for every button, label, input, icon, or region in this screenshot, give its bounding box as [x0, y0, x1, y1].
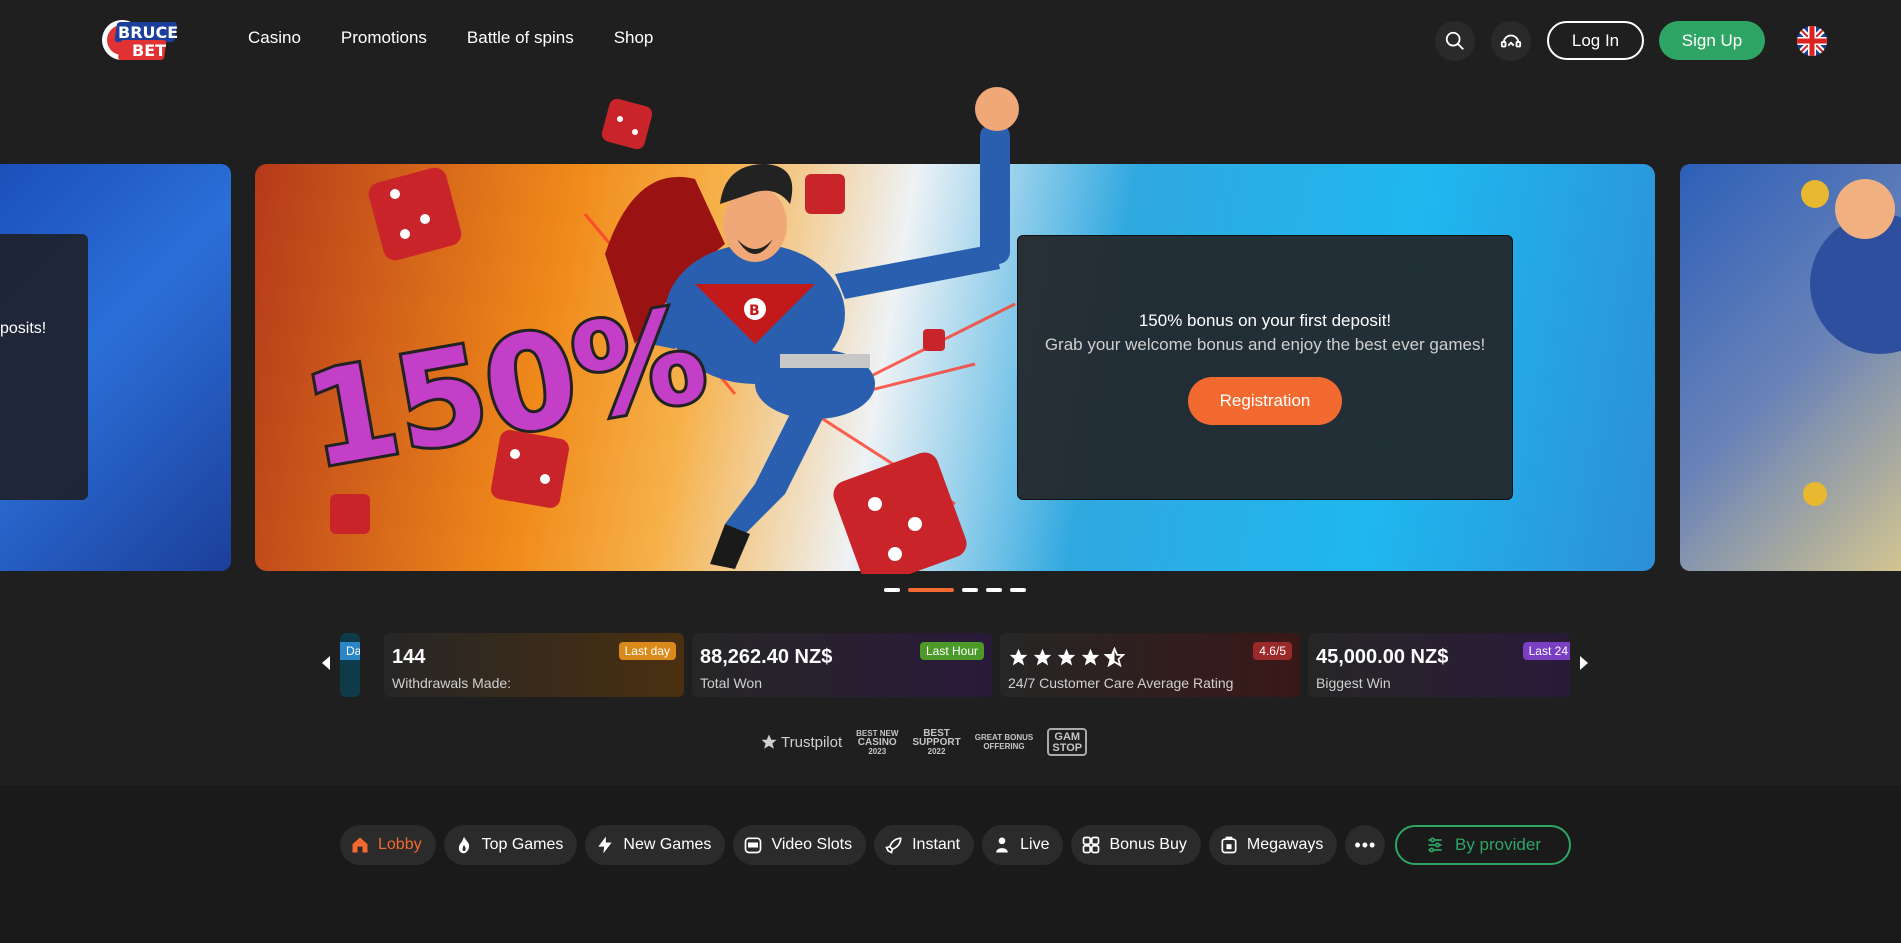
category-live[interactable]: Live	[982, 825, 1064, 865]
stat-value: 144	[392, 646, 426, 668]
home-icon	[352, 837, 368, 853]
category-instant[interactable]: Instant	[874, 825, 975, 865]
stat-label: Total Won	[700, 675, 762, 691]
star-icon	[1081, 648, 1100, 666]
stat-value: 45,000.00 NZ$	[1316, 646, 1449, 668]
rating-stars	[1008, 647, 1125, 668]
category-video-slots[interactable]: Video Slots	[733, 825, 867, 865]
trustpilot-star-icon	[761, 734, 777, 749]
carousel-dot[interactable]	[986, 588, 1002, 592]
promo-subtitle: Grab your welcome bonus and enjoy the be…	[1044, 335, 1486, 354]
nav-battle-of-spins[interactable]: Battle of spins	[467, 28, 574, 48]
star-icon	[1009, 648, 1028, 666]
carousel-dot-active[interactable]	[908, 588, 954, 592]
logo-text-top: BRUCE	[118, 23, 178, 42]
nav-shop[interactable]: Shop	[614, 28, 654, 48]
login-button[interactable]: Log In	[1547, 21, 1644, 60]
more-categories-button[interactable]: •••	[1345, 825, 1386, 865]
site-header: BRUCE BET Casino Promotions Battle of sp…	[0, 0, 1901, 80]
carousel-dot[interactable]	[884, 588, 900, 592]
registration-button[interactable]: Registration	[1188, 377, 1342, 425]
stat-card-rating: 24/7 Customer Care Average Rating 4.6/5	[1000, 633, 1300, 697]
category-label: Video Slots	[771, 836, 853, 853]
next-slide-art	[1801, 179, 1901, 506]
uk-flag-icon[interactable]	[1797, 26, 1827, 56]
support-icon	[1500, 34, 1522, 48]
slot-machine-icon	[745, 837, 762, 854]
prev-slide-text: posits!	[0, 320, 47, 337]
flame-icon	[458, 836, 469, 854]
carousel-slide-prev[interactable]: posits!	[0, 164, 231, 571]
carousel-dot[interactable]	[1010, 588, 1026, 592]
stat-tag: 4.6/5	[1253, 642, 1292, 660]
megaways-icon	[1221, 836, 1237, 854]
stat-label: 24/7 Customer Care Average Rating	[1008, 675, 1234, 691]
stat-card-total-won: 88,262.40 NZ$ Total Won Last Hour	[692, 633, 992, 697]
support-button[interactable]	[1491, 21, 1531, 61]
category-label: Instant	[912, 836, 961, 853]
stat-label: Withdrawals Made:	[392, 675, 512, 691]
category-bar: Lobby Top Games New Games Video Slots In…	[340, 825, 1386, 865]
stat-label: Biggest Win	[1316, 675, 1391, 691]
half-star-icon	[1104, 647, 1125, 668]
stats-ticker: Days 144 Withdrawals Made: Last day 88,2…	[318, 630, 1588, 700]
carousel-dot[interactable]	[962, 588, 978, 592]
stat-tag: Last day	[618, 642, 676, 660]
category-label: Lobby	[378, 836, 422, 853]
signup-button[interactable]: Sign Up	[1659, 21, 1765, 60]
search-button[interactable]	[1435, 21, 1475, 61]
promo-title: 150% bonus on your first deposit!	[1138, 311, 1392, 330]
main-nav: Casino Promotions Battle of spins Shop	[248, 28, 653, 48]
trustpilot-badge[interactable]: Trustpilot	[760, 733, 842, 751]
stat-card-biggest-win: 45,000.00 NZ$ Biggest Win Last 24 h	[1308, 633, 1570, 697]
carousel-slide-next[interactable]	[1680, 164, 1901, 571]
great-bonus-badge: GREAT BONUS OFFERING	[974, 733, 1034, 751]
hero-illustration: B 150%	[292, 87, 1019, 574]
category-label: Live	[1020, 836, 1050, 853]
stat-tag: Last 24 h	[1522, 642, 1570, 660]
by-provider-label: By provider	[1455, 835, 1541, 854]
category-new-games[interactable]: New Games	[585, 825, 726, 865]
search-icon	[1445, 31, 1464, 50]
ticker-prev-arrow[interactable]	[322, 656, 330, 670]
promo-panel: 150% bonus on your first deposit! Grab y…	[1017, 235, 1513, 500]
trustpilot-label: Trustpilot	[781, 733, 843, 751]
nav-casino[interactable]: Casino	[248, 28, 301, 48]
nav-promotions[interactable]: Promotions	[341, 28, 427, 48]
trust-badges: Trustpilot BEST NEW CASINO 2023 BEST SUPPOR…	[760, 724, 1088, 760]
best-new-casino-badge: BEST NEW CASINO 2023	[856, 728, 899, 756]
lightning-icon	[598, 836, 613, 854]
carousel-dots	[884, 588, 1026, 592]
logo-text-bottom: BET	[132, 41, 166, 60]
person-icon	[996, 837, 1008, 853]
filter-sliders-icon	[1428, 837, 1442, 853]
prev-slide-panel: posits!	[0, 234, 88, 500]
category-bonus-buy[interactable]: Bonus Buy	[1071, 825, 1201, 865]
stat-card-withdrawals: 144 Withdrawals Made: Last day	[384, 633, 684, 697]
category-top-games[interactable]: Top Games	[443, 825, 578, 865]
stat-tag: Days	[340, 642, 360, 660]
category-label: New Games	[623, 836, 712, 853]
stat-value: 88,262.40 NZ$	[700, 646, 833, 668]
by-provider-button[interactable]: By provider	[1395, 825, 1571, 865]
category-label: Top Games	[481, 836, 564, 853]
category-megaways[interactable]: Megaways	[1208, 825, 1338, 865]
star-icon	[1033, 648, 1052, 666]
bonus-grid-icon	[1083, 836, 1100, 854]
category-label: Megaways	[1246, 836, 1324, 853]
best-support-badge: BEST SUPPORT 2022	[912, 727, 961, 756]
stat-tag: Last Hour	[919, 642, 984, 660]
gamstop-badge[interactable]: GAM STOP	[1047, 728, 1088, 756]
svg-text:B: B	[749, 303, 760, 319]
rocket-icon	[885, 837, 902, 854]
category-label: Bonus Buy	[1109, 836, 1187, 853]
star-icon	[1057, 648, 1076, 666]
ticker-next-arrow[interactable]	[1580, 656, 1588, 670]
brucebet-logo[interactable]: BRUCE BET	[100, 16, 182, 64]
stat-card-partial: Days	[340, 633, 360, 697]
category-lobby[interactable]: Lobby	[340, 825, 436, 865]
